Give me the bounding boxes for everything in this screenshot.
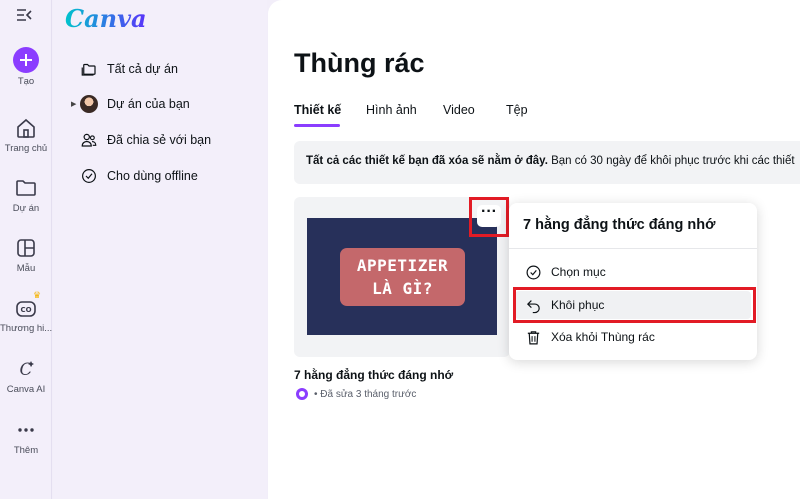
rail-item-label: Canva AI (6, 384, 46, 395)
projects-panel: Canva Tất cả dự án ▶ Dự án của bạn Đã ch… (53, 0, 267, 499)
menu-item-select[interactable]: Chọn mục (515, 258, 751, 286)
banner-text: Bạn có 30 ngày để khôi phục trước khi cá… (547, 155, 795, 167)
left-rail: Tạo Trang chủ Dự án Mẫu ♛ CO Thương hi..… (0, 0, 52, 499)
folders-icon (79, 59, 99, 79)
nav-item-all-projects[interactable]: Tất cả dự án (79, 58, 178, 80)
trash-icon (524, 328, 542, 346)
edit-status-icon (296, 388, 308, 400)
rail-item-label: Mẫu (16, 263, 36, 274)
menu-item-delete-forever[interactable]: Xóa khỏi Thùng rác (515, 323, 751, 351)
check-circle-icon (79, 166, 99, 186)
nav-item-offline[interactable]: Cho dùng offline (79, 165, 198, 187)
collapse-sidebar-icon[interactable] (14, 7, 36, 27)
nav-item-your-projects[interactable]: ▶ Dự án của bạn (71, 93, 190, 115)
rail-item-canva-ai[interactable]: C Canva AI (0, 357, 52, 395)
rail-item-brand[interactable]: ♛ CO Thương hi... (0, 290, 52, 334)
rail-item-home[interactable]: Trang chủ (0, 116, 52, 154)
thumbnail-line-1: APPETIZER (356, 256, 449, 275)
nav-item-label: Dự án của bạn (107, 97, 190, 111)
tab-images[interactable]: Hình ảnh (366, 103, 417, 117)
canva-ai-icon: C (19, 360, 34, 380)
nav-item-shared-with-you[interactable]: Đã chia sẻ với bạn (79, 129, 211, 151)
tab-designs[interactable]: Thiết kế (294, 103, 341, 117)
home-icon (17, 118, 35, 138)
plus-icon (13, 47, 39, 73)
thumbnail-label-box: APPETIZER LÀ GÌ? (340, 248, 465, 306)
menu-title: 7 hằng đẳng thức đáng nhớ (523, 217, 716, 233)
crown-icon: ♛ (33, 290, 42, 300)
rail-item-projects[interactable]: Dự án (0, 176, 52, 214)
design-edited-time: • Đã sửa 3 tháng trước (314, 388, 417, 400)
avatar (79, 94, 99, 114)
nav-item-label: Đã chia sẻ với bạn (107, 133, 212, 147)
rail-item-more[interactable]: Thêm (0, 418, 52, 456)
tab-videos[interactable]: Video (443, 103, 475, 117)
nav-item-label: Tất cả dự án (107, 62, 178, 76)
more-icon (18, 428, 34, 432)
page-title: Thùng rác (294, 48, 425, 78)
template-icon (17, 239, 35, 257)
rail-item-label: Tạo (17, 76, 35, 87)
highlight-box-more-button (469, 197, 509, 237)
expand-caret-icon[interactable]: ▶ (71, 100, 76, 108)
rail-item-label: Thương hi... (0, 323, 52, 334)
active-tab-indicator (294, 124, 340, 127)
svg-text:CO: CO (20, 306, 31, 314)
rail-item-label: Trang chủ (4, 143, 48, 154)
menu-item-label: Chọn mục (551, 265, 606, 279)
design-context-menu: 7 hằng đẳng thức đáng nhớ Chọn mục Khôi … (509, 203, 757, 360)
menu-divider (509, 248, 757, 249)
canva-logo[interactable]: Canva (65, 4, 147, 33)
tab-files[interactable]: Tệp (506, 103, 528, 117)
rail-item-templates[interactable]: Mẫu (0, 236, 52, 274)
banner-bold-text: Tất cả các thiết kế bạn đã xóa sẽ nằm ở … (306, 155, 548, 167)
highlight-box-restore (513, 287, 756, 323)
trash-info-banner: Tất cả các thiết kế bạn đã xóa sẽ nằm ở … (294, 141, 800, 184)
rail-item-create[interactable]: Tạo (0, 47, 52, 87)
menu-item-label: Xóa khỏi Thùng rác (551, 330, 655, 344)
nav-item-label: Cho dùng offline (107, 169, 198, 183)
trash-page: Thùng rác Thiết kế Hình ảnh Video Tệp Tấ… (268, 0, 800, 499)
people-icon (79, 130, 99, 150)
rail-item-label: Thêm (13, 445, 39, 456)
folder-icon (16, 180, 36, 196)
design-title[interactable]: 7 hằng đẳng thức đáng nhớ (294, 368, 453, 382)
design-meta: • Đã sửa 3 tháng trước (296, 388, 416, 400)
check-circle-icon (524, 263, 542, 281)
thumbnail-line-2: LÀ GÌ? (372, 279, 433, 298)
rail-item-label: Dự án (12, 203, 40, 214)
